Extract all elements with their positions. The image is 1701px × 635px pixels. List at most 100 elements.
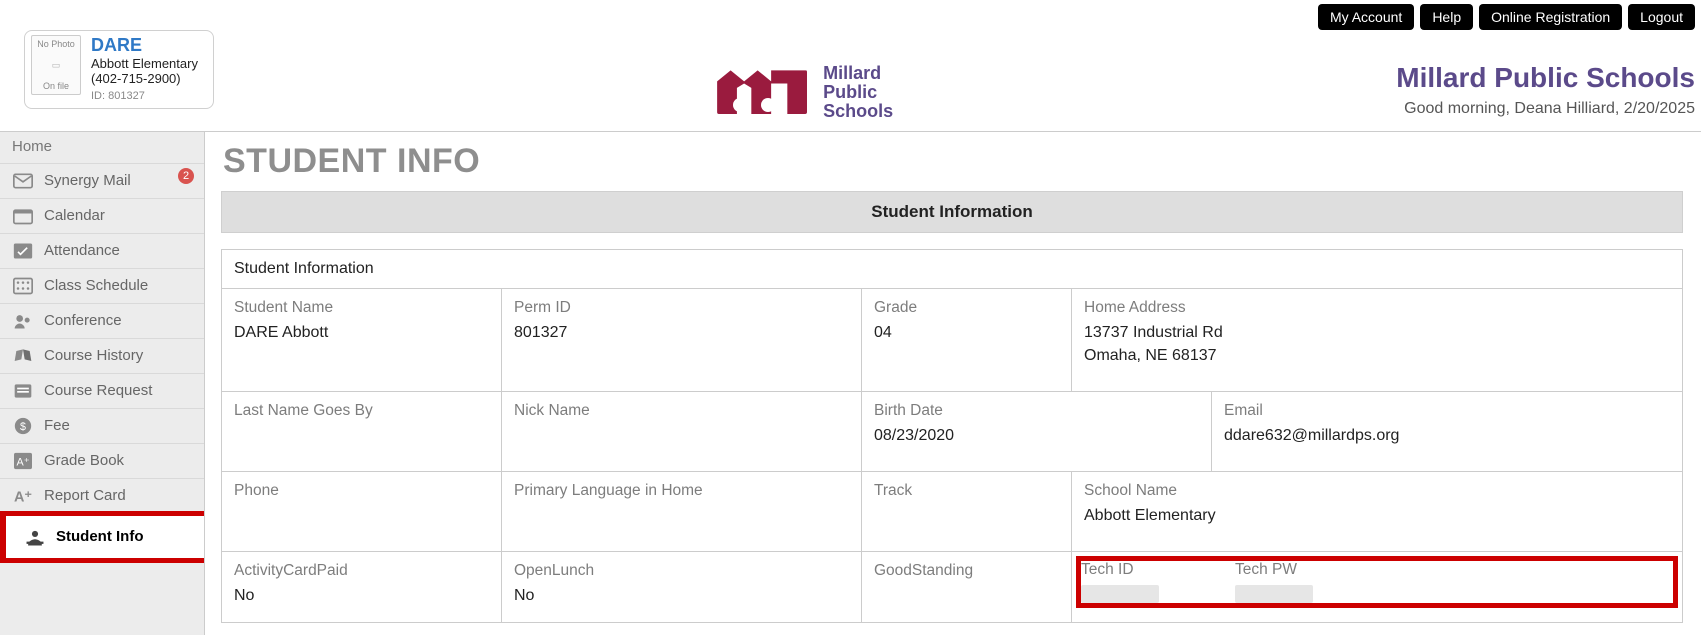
logo-text: Millard Public Schools (823, 64, 893, 121)
cell-open-lunch: OpenLunch No (502, 552, 862, 621)
sidebar-item-calendar[interactable]: Calendar (0, 198, 204, 233)
field-label: Birth Date (874, 402, 1199, 420)
cell-grade: Grade 04 (862, 289, 1072, 391)
district-logo: Millard Public Schools (717, 64, 893, 121)
tech-pw-masked (1235, 585, 1313, 603)
cell-good-standing: GoodStanding (862, 552, 1072, 621)
top-nav: My Account Help Online Registration Logo… (0, 0, 1701, 34)
help-button[interactable]: Help (1420, 4, 1473, 30)
logo-text-line: Schools (823, 102, 893, 121)
my-account-button[interactable]: My Account (1318, 4, 1414, 30)
main: Home Synergy Mail 2 Calendar Attendance (0, 131, 1701, 635)
field-label: School Name (1084, 482, 1670, 500)
sidebar-item-report-card[interactable]: A⁺ Report Card (0, 478, 204, 513)
field-label: OpenLunch (514, 562, 849, 580)
no-photo-label: No Photo (37, 39, 75, 49)
svg-text:A⁺: A⁺ (17, 456, 30, 468)
gradebook-icon: A⁺ (12, 452, 34, 470)
field-label: ActivityCardPaid (234, 562, 489, 580)
cell-tech-box: Tech ID Tech PW (1072, 552, 1682, 621)
studentinfo-icon (24, 528, 46, 546)
field-value: 08/23/2020 (874, 424, 1199, 447)
student-card[interactable]: No Photo ▭ On file DARE Abbott Elementar… (24, 30, 214, 109)
cell-phone: Phone (222, 472, 502, 551)
edupoint-icon: ▭ (52, 60, 61, 71)
field-label: Tech PW (1235, 561, 1375, 579)
books-icon (12, 347, 34, 365)
field-label: Nick Name (514, 402, 849, 420)
sidebar-item-label: Class Schedule (44, 277, 148, 294)
cell-birth-date: Birth Date 08/23/2020 (862, 392, 1212, 471)
sidebar-item-student-info[interactable]: Student Info (0, 511, 204, 563)
sidebar-item-label: Fee (44, 417, 70, 434)
mail-icon (12, 172, 34, 190)
cell-track: Track (862, 472, 1072, 551)
header: No Photo ▭ On file DARE Abbott Elementar… (0, 34, 1701, 131)
field-label: Track (874, 482, 1059, 500)
field-value: Abbott Elementary (1084, 504, 1670, 527)
info-row: ActivityCardPaid No OpenLunch No GoodSta… (222, 551, 1682, 621)
logout-button[interactable]: Logout (1628, 4, 1695, 30)
sidebar-item-label: Grade Book (44, 452, 124, 469)
info-row: Student Name DARE Abbott Perm ID 801327 … (222, 288, 1682, 391)
svg-text:$: $ (20, 421, 26, 433)
calendar-icon (12, 207, 34, 225)
field-label: Student Name (234, 299, 489, 317)
reportcard-icon: A⁺ (12, 487, 34, 505)
sidebar-item-label: Synergy Mail (44, 172, 131, 189)
sidebar-item-fee[interactable]: $ Fee (0, 408, 204, 443)
tech-id-masked (1081, 585, 1159, 603)
student-card-id: 801327 (108, 90, 145, 102)
info-row: Last Name Goes By Nick Name Birth Date 0… (222, 391, 1682, 471)
cell-school-name: School Name Abbott Elementary (1072, 472, 1682, 551)
logo-mark-icon (717, 70, 807, 114)
sidebar-item-course-history[interactable]: Course History (0, 338, 204, 373)
logo-text-line: Millard (823, 64, 893, 83)
field-label: Grade (874, 299, 1059, 317)
cell-email: Email ddare632@millardps.org (1212, 392, 1682, 471)
cell-student-name: Student Name DARE Abbott (222, 289, 502, 391)
student-card-idline: ID: 801327 (91, 90, 198, 102)
section-banner: Student Information (221, 191, 1683, 233)
student-card-text: DARE Abbott Elementary (402-715-2900) ID… (91, 35, 198, 102)
online-registration-button[interactable]: Online Registration (1479, 4, 1622, 30)
cell-tech-id: Tech ID (1081, 561, 1221, 603)
student-card-id-label: ID: (91, 90, 105, 102)
sidebar-item-attendance[interactable]: Attendance (0, 233, 204, 268)
field-label: Home Address (1084, 299, 1670, 317)
student-photo-placeholder: No Photo ▭ On file (31, 35, 81, 95)
sidebar-item-conference[interactable]: Conference (0, 303, 204, 338)
student-card-school: Abbott Elementary (91, 56, 198, 71)
on-file-label: On file (43, 81, 69, 91)
tech-highlight-box: Tech ID Tech PW (1076, 556, 1678, 608)
field-value: 13737 Industrial Rd Omaha, NE 68137 (1084, 321, 1670, 367)
field-value: 04 (874, 321, 1059, 344)
field-label: Email (1224, 402, 1670, 420)
conference-icon (12, 312, 34, 330)
sidebar-item-label: Calendar (44, 207, 105, 224)
cell-tech-pw: Tech PW (1235, 561, 1375, 603)
cell-nick-name: Nick Name (502, 392, 862, 471)
field-value: 801327 (514, 321, 849, 344)
page-title: STUDENT INFO (223, 142, 1683, 181)
info-row: Phone Primary Language in Home Track Sch… (222, 471, 1682, 551)
attendance-icon (12, 242, 34, 260)
field-label: Tech ID (1081, 561, 1221, 579)
sidebar-item-course-request[interactable]: Course Request (0, 373, 204, 408)
sidebar-item-grade-book[interactable]: A⁺ Grade Book (0, 443, 204, 478)
student-card-phone: (402-715-2900) (91, 71, 198, 86)
address-line1: 13737 Industrial Rd (1084, 324, 1223, 341)
sidebar: Home Synergy Mail 2 Calendar Attendance (0, 131, 205, 635)
sidebar-home[interactable]: Home (0, 132, 204, 163)
svg-text:A⁺: A⁺ (14, 489, 32, 505)
student-info-card: Student Information Student Name DARE Ab… (221, 249, 1683, 623)
field-label: GoodStanding (874, 562, 1059, 580)
cell-perm-id: Perm ID 801327 (502, 289, 862, 391)
field-label: Primary Language in Home (514, 482, 849, 500)
sidebar-item-label: Course Request (44, 382, 152, 399)
cell-activity-card: ActivityCardPaid No (222, 552, 502, 621)
sidebar-item-synergy-mail[interactable]: Synergy Mail 2 (0, 163, 204, 198)
sidebar-item-class-schedule[interactable]: Class Schedule (0, 268, 204, 303)
fee-icon: $ (12, 417, 34, 435)
schedule-icon (12, 277, 34, 295)
